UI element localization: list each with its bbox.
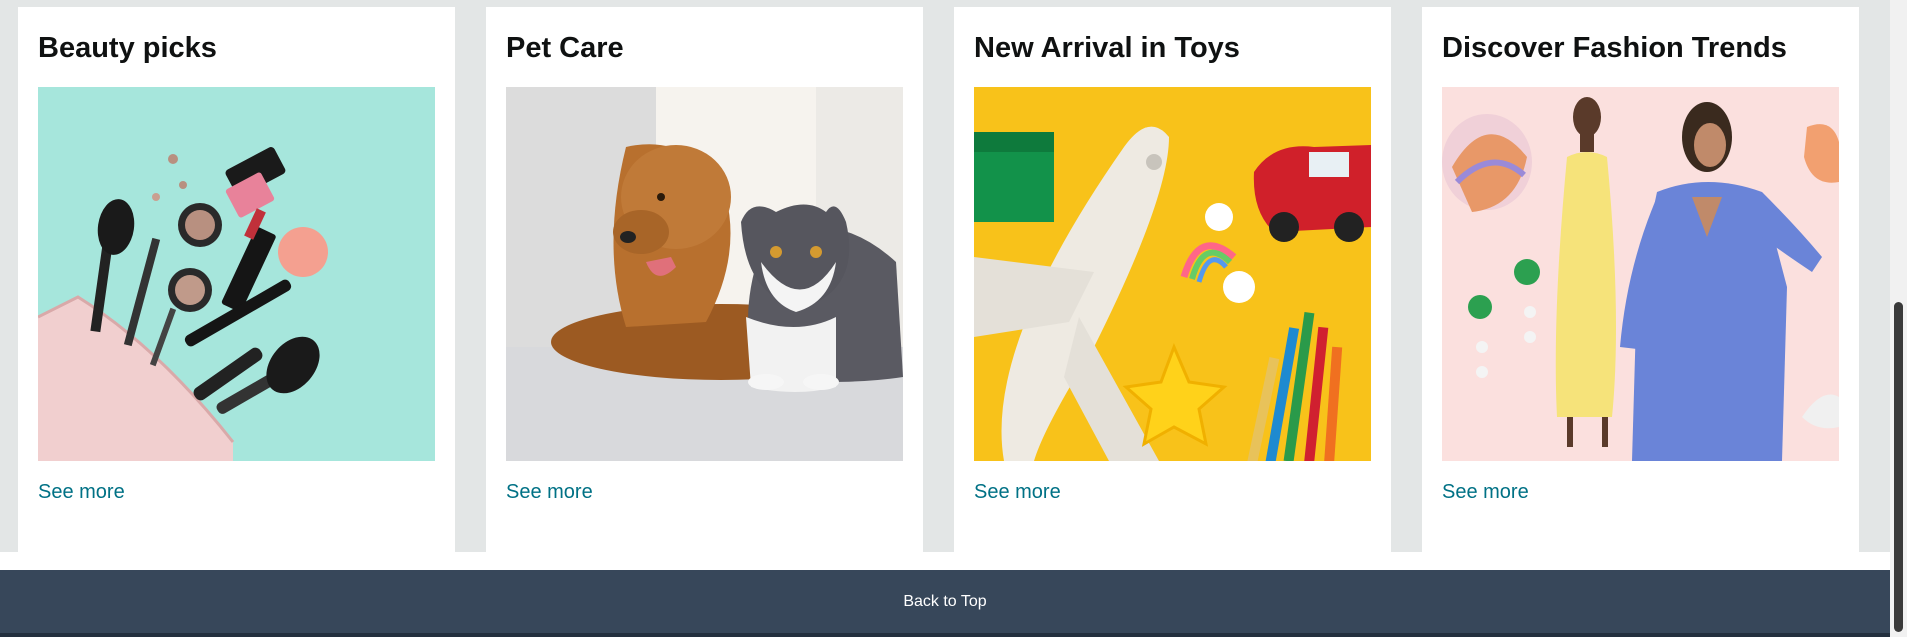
card-discover-fashion-trends: Discover Fashion Trends See more bbox=[1422, 7, 1859, 552]
pet-image-illustration bbox=[506, 87, 903, 461]
see-more-link[interactable]: See more bbox=[38, 481, 125, 504]
card-beauty-picks: Beauty picks See more bbox=[18, 7, 455, 552]
card-row: Beauty picks See more Pet Care See more … bbox=[0, 7, 1890, 552]
card-title: New Arrival in Toys bbox=[974, 32, 1240, 64]
see-more-link[interactable]: See more bbox=[1442, 481, 1529, 504]
top-strip bbox=[0, 0, 1890, 7]
card-image-pet-care[interactable] bbox=[506, 87, 903, 461]
toys-image-illustration bbox=[974, 87, 1371, 461]
card-image-fashion[interactable] bbox=[1442, 87, 1839, 461]
see-more-link[interactable]: See more bbox=[974, 481, 1061, 504]
card-image-toys[interactable] bbox=[974, 87, 1371, 461]
fashion-image-illustration bbox=[1442, 87, 1839, 461]
footer-divider bbox=[0, 633, 1890, 637]
back-to-top-button[interactable]: Back to Top bbox=[0, 570, 1890, 633]
see-more-link[interactable]: See more bbox=[506, 481, 593, 504]
card-title: Beauty picks bbox=[38, 32, 217, 64]
scrollbar-thumb[interactable] bbox=[1894, 302, 1903, 632]
card-image-beauty[interactable] bbox=[38, 87, 435, 461]
card-title: Pet Care bbox=[506, 32, 624, 64]
card-pet-care: Pet Care See more bbox=[486, 7, 923, 552]
card-title: Discover Fashion Trends bbox=[1442, 32, 1787, 64]
beauty-image-illustration bbox=[38, 87, 435, 461]
footer-spacer bbox=[0, 552, 1890, 570]
card-new-arrival-toys: New Arrival in Toys See more bbox=[954, 7, 1391, 552]
